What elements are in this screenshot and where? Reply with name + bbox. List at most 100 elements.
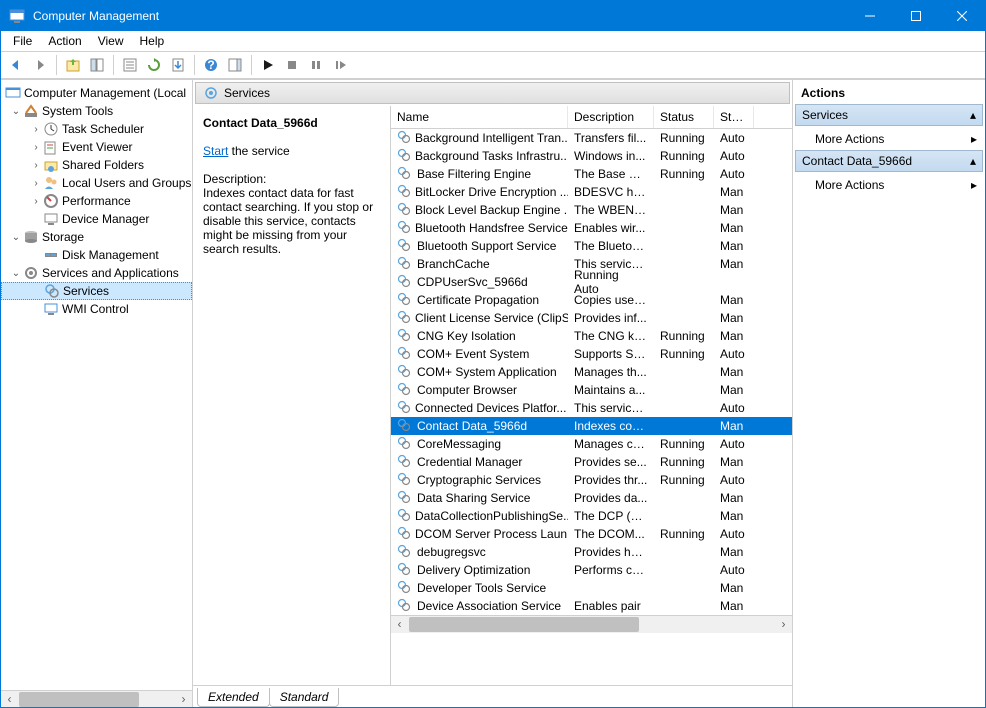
service-row[interactable]: Bluetooth Support ServiceThe Bluetoo...M… [391, 237, 792, 255]
tree-eventvwr[interactable]: ›Event Viewer [1, 138, 192, 156]
service-row[interactable]: CDPUserSvc_5966dRunningAuto [391, 273, 792, 291]
service-status: Running [654, 131, 714, 145]
actions-group-selected[interactable]: Contact Data_5966d▴ [795, 150, 983, 172]
service-row[interactable]: BitLocker Drive Encryption ...BDESVC hos… [391, 183, 792, 201]
col-description[interactable]: Description [568, 106, 654, 128]
service-row[interactable]: Background Intelligent Tran...Transfers … [391, 129, 792, 147]
refresh-button[interactable] [143, 54, 165, 76]
list-hscroll[interactable]: ‹› [391, 615, 792, 632]
menu-action[interactable]: Action [40, 32, 89, 50]
service-row[interactable]: Background Tasks Infrastru...Windows in.… [391, 147, 792, 165]
tree-storage[interactable]: ⌄Storage [1, 228, 192, 246]
service-row[interactable]: Data Sharing ServiceProvides da...Man [391, 489, 792, 507]
service-name: CoreMessaging [417, 437, 501, 451]
menu-view[interactable]: View [90, 32, 132, 50]
col-name[interactable]: Name [391, 106, 568, 128]
tree-localusers[interactable]: ›Local Users and Groups [1, 174, 192, 192]
show-hide-tree-button[interactable] [86, 54, 108, 76]
service-row[interactable]: CoreMessagingManages co...RunningAuto [391, 435, 792, 453]
service-row[interactable]: Certificate PropagationCopies user ...Ma… [391, 291, 792, 309]
service-start: Auto [714, 437, 754, 451]
service-name: debugregsvc [417, 545, 486, 559]
start-link[interactable]: Start [203, 144, 228, 158]
actions-group-services[interactable]: Services▴ [795, 104, 983, 126]
main-pane: Services Contact Data_5966d Start the se… [193, 80, 793, 707]
service-start: Auto [714, 401, 754, 415]
maximize-button[interactable] [893, 1, 939, 31]
service-status: Running [654, 167, 714, 181]
service-row[interactable]: DCOM Server Process Laun...The DCOM...Ru… [391, 525, 792, 543]
actions-more-1[interactable]: More Actions▸ [795, 128, 983, 150]
gear-icon [397, 274, 413, 290]
close-button[interactable] [939, 1, 985, 31]
tab-standard[interactable]: Standard [269, 688, 340, 707]
tree-systools[interactable]: ⌄System Tools [1, 102, 192, 120]
stop-service-button[interactable] [281, 54, 303, 76]
tree-hscroll[interactable]: ‹› [1, 690, 192, 707]
help-button[interactable]: ? [200, 54, 222, 76]
service-row[interactable]: COM+ System ApplicationManages th...Man [391, 363, 792, 381]
minimize-button[interactable] [847, 1, 893, 31]
service-row[interactable]: Base Filtering EngineThe Base Fil...Runn… [391, 165, 792, 183]
export-button[interactable] [167, 54, 189, 76]
action-pane-button[interactable] [224, 54, 246, 76]
tree-perf[interactable]: ›Performance [1, 192, 192, 210]
tree-devmgr[interactable]: Device Manager [1, 210, 192, 228]
gear-icon [397, 328, 413, 344]
gear-icon [397, 220, 411, 236]
up-button[interactable] [62, 54, 84, 76]
service-row[interactable]: DataCollectionPublishingSe...The DCP (D.… [391, 507, 792, 525]
actions-pane: Actions Services▴ More Actions▸ Contact … [793, 80, 985, 707]
service-row[interactable]: Computer BrowserMaintains a...Man [391, 381, 792, 399]
service-desc: Performs co... [568, 563, 654, 577]
service-row[interactable]: Developer Tools ServiceMan [391, 579, 792, 597]
tree-label: Services and Applications [42, 266, 179, 280]
gear-icon [397, 562, 413, 578]
restart-service-button[interactable] [329, 54, 351, 76]
service-start: Man [714, 419, 754, 433]
service-name: Block Level Backup Engine ... [415, 203, 568, 217]
actions-more-2[interactable]: More Actions▸ [795, 174, 983, 196]
tree-shared[interactable]: ›Shared Folders [1, 156, 192, 174]
service-row[interactable]: Contact Data_5966dIndexes con...Man [391, 417, 792, 435]
actions-group-label: Contact Data_5966d [802, 154, 912, 168]
tree-wmi[interactable]: WMI Control [1, 300, 192, 318]
gear-icon [397, 580, 413, 596]
service-row[interactable]: Block Level Backup Engine ...The WBENG..… [391, 201, 792, 219]
col-startup[interactable]: Start ˄ [714, 106, 754, 128]
service-row[interactable]: Credential ManagerProvides se...RunningM… [391, 453, 792, 471]
tree-root[interactable]: Computer Management (Local [1, 84, 192, 102]
tree-pane: Computer Management (Local ⌄System Tools… [1, 80, 193, 707]
service-row[interactable]: Cryptographic ServicesProvides thr...Run… [391, 471, 792, 489]
service-row[interactable]: Connected Devices Platfor...This service… [391, 399, 792, 417]
service-start: Man [714, 311, 754, 325]
tree-svcapps[interactable]: ⌄Services and Applications [1, 264, 192, 282]
service-row[interactable]: CNG Key IsolationThe CNG ke...RunningMan [391, 327, 792, 345]
nav-back-button[interactable] [5, 54, 27, 76]
service-name: Client License Service (ClipS... [415, 311, 568, 325]
tree-diskmgmt[interactable]: Disk Management [1, 246, 192, 264]
service-name: Credential Manager [417, 455, 522, 469]
service-row[interactable]: debugregsvcProvides hel...Man [391, 543, 792, 561]
service-desc: The DCOM... [568, 527, 654, 541]
pause-service-button[interactable] [305, 54, 327, 76]
service-row[interactable]: Bluetooth Handsfree ServiceEnables wir..… [391, 219, 792, 237]
nav-forward-button[interactable] [29, 54, 51, 76]
tree-tasksched[interactable]: ›Task Scheduler [1, 120, 192, 138]
col-status[interactable]: Status [654, 106, 714, 128]
tabs: Extended Standard [193, 685, 792, 707]
service-row[interactable]: COM+ Event SystemSupports Sy...RunningAu… [391, 345, 792, 363]
tree-services[interactable]: Services [1, 282, 192, 300]
properties-button[interactable] [119, 54, 141, 76]
menu-file[interactable]: File [5, 32, 40, 50]
tab-extended[interactable]: Extended [197, 688, 270, 707]
menu-help[interactable]: Help [132, 32, 173, 50]
app-icon [9, 8, 25, 24]
service-name: CDPUserSvc_5966d [417, 275, 528, 289]
service-desc: The DCP (D... [568, 509, 654, 523]
start-service-button[interactable] [257, 54, 279, 76]
service-row[interactable]: Device Association ServiceEnables pairMa… [391, 597, 792, 615]
gear-icon [397, 130, 411, 146]
service-row[interactable]: Client License Service (ClipS...Provides… [391, 309, 792, 327]
service-row[interactable]: Delivery OptimizationPerforms co...Auto [391, 561, 792, 579]
